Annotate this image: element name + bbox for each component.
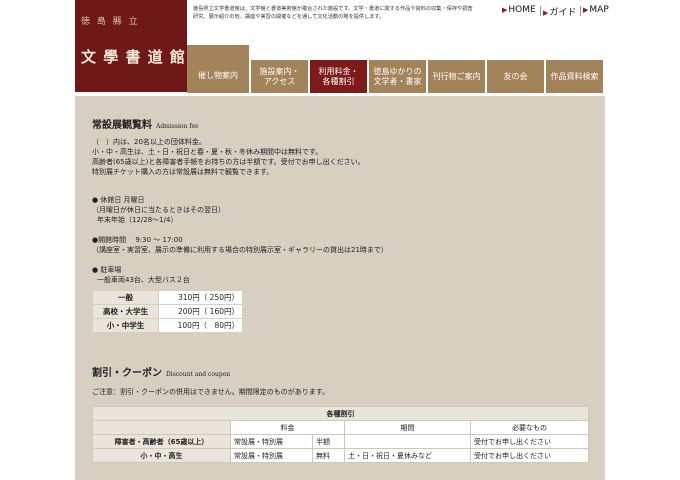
logo-main-text: 文 學 書 道 館 [81,48,186,66]
divider [540,6,541,16]
home-link[interactable]: ▶HOME [502,5,536,15]
discount-title: 割引・クーポン Discount and coupon [92,368,231,379]
main-content: 常設展観覧料 Admission fee （ ）内は、20名以上の団体料金。 小・… [75,96,605,480]
site-logo[interactable]: 徳 島 縣 立 文 學 書 道 館 [75,0,187,92]
nav-publications[interactable]: 刊行物ご案内 [428,60,485,93]
logo-small-text: 徳 島 縣 立 [81,17,140,27]
arrow-right-icon: ▶ [502,6,508,14]
nav-friends[interactable]: 友の会 [487,60,544,93]
closed-detail: 年末年始（12/28〜1/4） [97,216,178,224]
table-row: 一般 310円（ 250円） [92,290,243,305]
guide-link[interactable]: ▶ガイド [543,5,576,18]
table-row: 小・中学生 100円（ 80円） [92,318,243,333]
admission-title: 常設展観覧料 Admission fee [92,120,199,131]
closed-detail: （月曜日が休日に当たるときはその翌日） [92,206,225,214]
site-intro: 徳島県立文学書道館は、文学館と書道美術館が複合された施設です。文学・書道に関する… [193,6,473,20]
parking-heading: ● 駐車場 [92,266,122,274]
admission-note: （ ）内は、20名以上の団体料金。 [92,138,206,146]
parking-detail: 一般車両43台、大型バス２台 [97,276,190,284]
nav-facility[interactable]: 施設案内・ アクセス [251,60,308,93]
table-row: 障害者・高齢者（65歳以上） 常設展・特別展 半額 受付でお申し出ください [92,434,589,449]
arrow-right-icon: ▶ [543,9,549,17]
closed-heading: ● 休館日 月曜日 [92,196,145,204]
main-nav: 催し物案内 施設案内・ アクセス 利用料金・ 各種割引 徳島ゆかりの 文学者・書… [187,45,632,93]
nav-fees[interactable]: 利用料金・ 各種割引 [310,60,367,93]
nav-events[interactable]: 催し物案内 [187,45,249,93]
divider [580,6,581,16]
discount-note: ご注意：割引・クーポンの併用はできません。期間限定のものがあります。 [92,388,330,396]
discount-table: 各種割引 料金 期間 必要なもの 障害者・高齢者（65歳以上） 常設展・特別展 … [92,406,589,463]
map-link[interactable]: ▶MAP [583,5,609,15]
arrow-right-icon: ▶ [583,6,589,14]
hours-heading: ●開館時間 9:30 〜 17:00 [92,236,183,244]
nav-writers[interactable]: 徳島ゆかりの 文学者・書家 [369,60,426,93]
admission-note: 特別展チケット購入の方は常設展は無料で観覧できます。 [92,168,274,176]
hours-detail: （講座室・実習室、展示の準備に利用する場合の特別展示室・ギャラリーの貸出は21時… [92,246,388,254]
admission-note: 高齢者(65歳以上)と各障害者手帳をお持ちの方は半額です。受付でお申し出ください… [92,158,365,166]
table-row: 小・中・高生 常設展・特別展 無料 土・日・祝日・夏休みなど 受付でお申し出くだ… [92,448,589,463]
admission-note: 小・中・高生は、土・日・祝日と春・夏・秋・冬休み期間中は無料です。 [92,148,323,156]
table-caption-row: 各種割引 [92,406,589,421]
nav-search[interactable]: 作品資料検索 [546,60,603,93]
top-links: ▶HOME ▶ガイド ▶MAP [480,5,680,19]
table-row: 高校・大学生 200円（ 160円） [92,304,243,319]
fee-table: 一般 310円（ 250円） 高校・大学生 200円（ 160円） 小・中学生 100… [92,290,243,333]
table-header-row: 料金 期間 必要なもの [92,420,589,435]
